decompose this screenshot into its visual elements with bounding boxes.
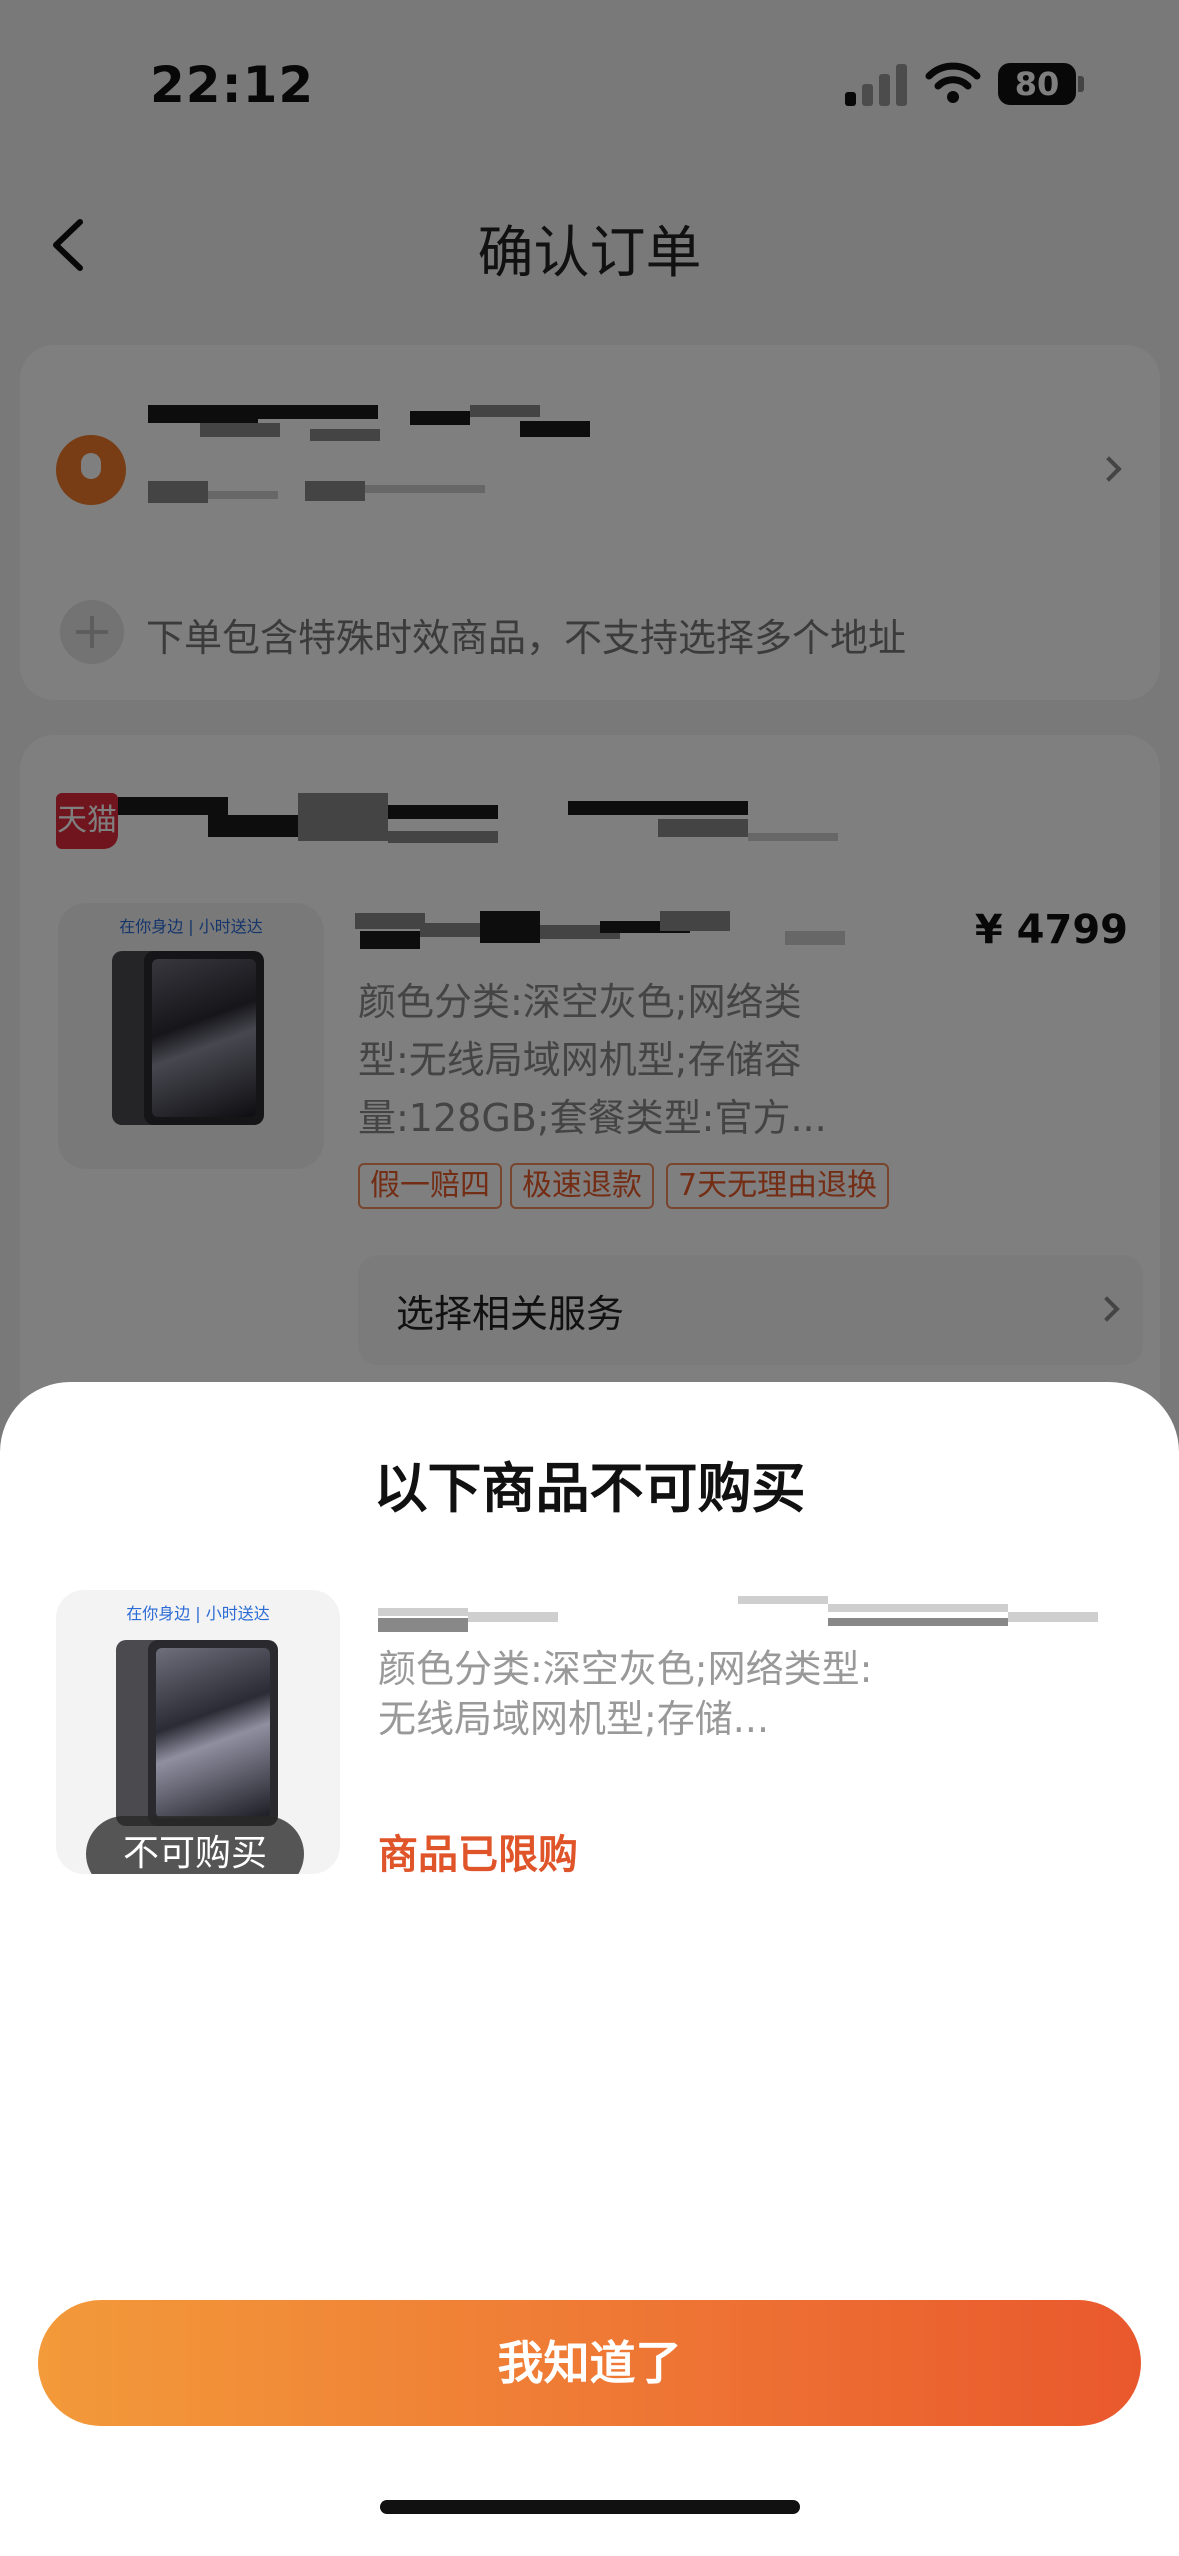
unavailable-spec-line-2: 无线局域网机型;存储...: [378, 1697, 770, 1741]
home-indicator[interactable]: [380, 2500, 800, 2514]
delivery-tags: 在你身边 | 小时送达: [126, 1604, 270, 1623]
unavailable-spec-line-1: 颜色分类:深空灰色;网络类型:: [378, 1647, 873, 1691]
ipad-image: [148, 1640, 278, 1826]
purchase-limit-notice: 商品已限购: [378, 1832, 578, 1878]
confirm-button[interactable]: 我知道了: [38, 2300, 1141, 2426]
unavailable-overlay-label: 不可购买: [86, 1816, 304, 1874]
sheet-title: 以下商品不可购买: [373, 1457, 806, 1520]
unavailable-items-sheet: 以下商品不可购买 在你身边 | 小时送达 不可购买 颜色分类:深空灰色;网络类型…: [0, 1382, 1179, 2556]
unavailable-product-thumbnail: 在你身边 | 小时送达 不可购买: [56, 1590, 340, 1874]
